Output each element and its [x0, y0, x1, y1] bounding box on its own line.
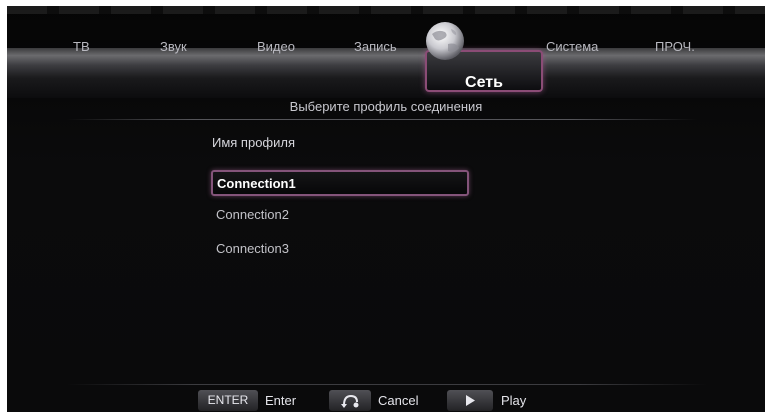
tab-system[interactable]: Система: [546, 40, 598, 54]
globe-icon: [426, 22, 464, 60]
cancel-label: Cancel: [378, 393, 419, 408]
menu-bar: [7, 48, 765, 98]
profile-item-connection2[interactable]: Connection2: [216, 207, 289, 222]
page-subtitle: Выберите профиль соединения: [289, 99, 483, 114]
top-strip: [7, 6, 765, 14]
tv-settings-screen: ТВ Звук Видео Запись Сеть Система ПРОЧ. …: [7, 6, 765, 412]
profile-item-label: Connection1: [217, 176, 296, 191]
play-label: Play: [501, 393, 527, 408]
tab-recording[interactable]: Запись: [354, 40, 397, 54]
tab-other[interactable]: ПРОЧ.: [655, 40, 695, 54]
tab-video[interactable]: Видео: [257, 40, 295, 54]
tab-sound[interactable]: Звук: [160, 40, 187, 54]
profile-item-connection1[interactable]: Connection1: [211, 170, 469, 196]
enter-key-badge: ENTER: [198, 390, 258, 411]
enter-label: Enter: [265, 393, 297, 408]
return-icon: [329, 390, 371, 411]
profile-name-heading: Имя профиля: [212, 135, 296, 150]
play-icon: [447, 390, 493, 411]
divider: [67, 119, 697, 120]
tab-tv[interactable]: ТВ: [73, 40, 90, 54]
profile-item-connection3[interactable]: Connection3: [216, 241, 289, 256]
tab-network-label: Сеть: [465, 74, 503, 91]
footer-divider: [67, 384, 707, 385]
